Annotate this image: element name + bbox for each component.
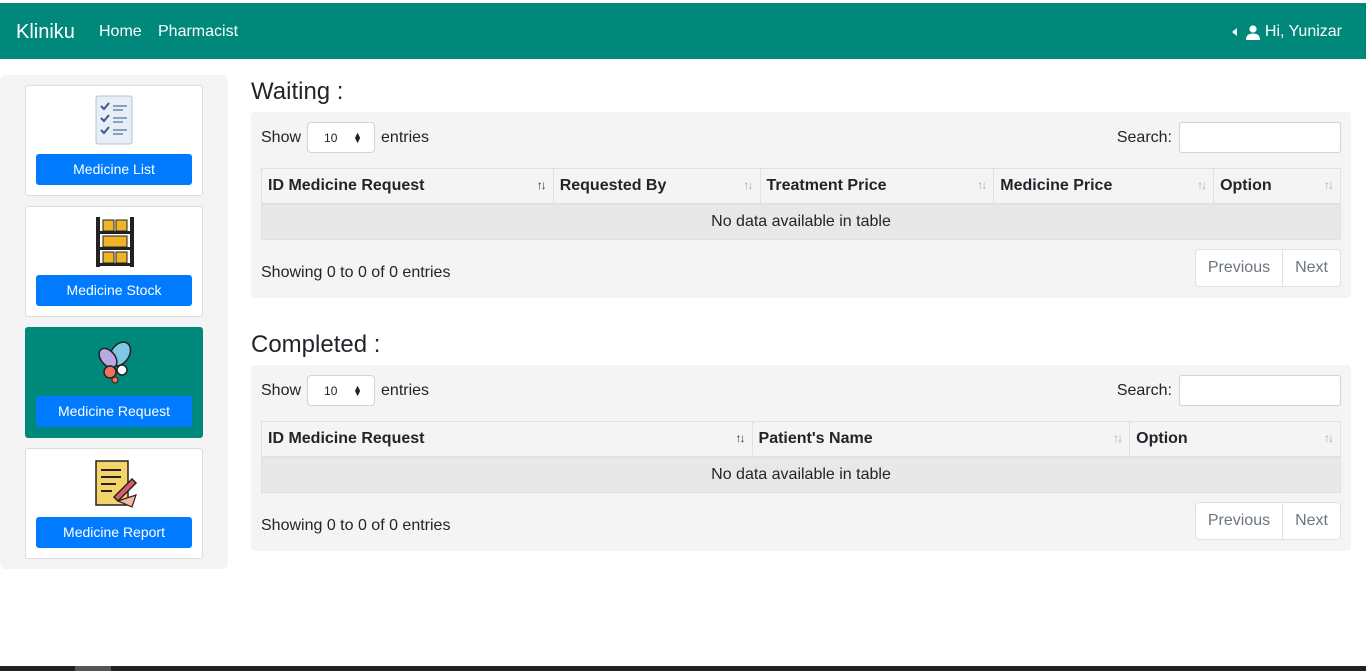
sort-icon: ↑↓ [1197, 178, 1207, 192]
sort-icon: ↑↓ [1324, 431, 1334, 445]
column-header[interactable]: Medicine Price ↑↓ [993, 168, 1215, 205]
next-button[interactable]: Next [1282, 503, 1340, 539]
sidebar-item-medicine-report[interactable]: Medicine Report [25, 448, 203, 559]
completed-search: Search: [1117, 375, 1341, 406]
pills-icon [98, 341, 132, 384]
table-info: Showing 0 to 0 of 0 entries [261, 517, 451, 534]
brand-link[interactable]: Kliniku [16, 21, 75, 43]
nav-home-link[interactable]: Home [99, 23, 142, 41]
column-header[interactable]: Requested By ↑↓ [552, 168, 761, 205]
checklist-icon [95, 95, 133, 145]
user-greeting: Hi, Yunizar [1264, 23, 1342, 40]
column-header[interactable]: Option ↑↓ [1213, 168, 1341, 205]
sort-icon: ↑↓ [743, 178, 754, 192]
sidebar-item-medicine-list[interactable]: Medicine List [25, 85, 203, 196]
completed-table: ID Medicine Request ↑↓ Patient's Name ↑↓ O… [261, 421, 1341, 493]
nav-pharmacist-link[interactable]: Pharmacist [158, 23, 238, 41]
waiting-length-control: Show 10 ▲ ▼ entries [261, 122, 429, 153]
medicine-request-button[interactable]: Medicine Request [36, 396, 192, 427]
user-menu[interactable]: Hi, Yunizar [1231, 23, 1342, 41]
completed-length-control: Show 10 ▲ ▼ entries [261, 375, 429, 406]
previous-button[interactable]: Previous [1196, 250, 1282, 286]
column-header[interactable]: ID Medicine Request ↑↓ [261, 421, 753, 458]
caret-left-icon [1231, 28, 1237, 36]
report-sign-icon [95, 460, 138, 508]
table-header-row: ID Medicine Request ↑↓ Requested By ↑↓ Tre… [261, 168, 1341, 205]
bottom-bar-segment [75, 666, 111, 671]
pagination: Previous Next [1194, 502, 1341, 540]
previous-button[interactable]: Previous [1196, 503, 1282, 539]
empty-message: No data available in table [261, 203, 1341, 240]
completed-heading: Completed : [251, 331, 381, 358]
show-label: Show [261, 381, 302, 399]
search-label: Search: [1116, 128, 1172, 146]
sort-icon: ↑↓ [1324, 178, 1334, 192]
column-header[interactable]: Option ↑↓ [1129, 421, 1341, 458]
sort-icon: ↑↓ [536, 178, 547, 192]
table-row: No data available in table [261, 456, 1341, 493]
sidebar: Medicine List Medicine Stock Medicine Re… [0, 75, 228, 569]
sort-updown-icon: ▲ ▼ [353, 383, 363, 398]
pagination: Previous Next [1194, 249, 1341, 287]
sort-icon: ↑↓ [1113, 431, 1123, 445]
column-header[interactable]: Treatment Price ↑↓ [759, 168, 995, 205]
sidebar-item-medicine-request[interactable]: Medicine Request [25, 327, 203, 438]
medicine-list-button[interactable]: Medicine List [36, 154, 192, 185]
entries-label: entries [381, 128, 430, 146]
shelf-boxes-icon [96, 217, 134, 267]
completed-panel: Show 10 ▲ ▼ entries Search: ID Medicine R… [251, 365, 1351, 551]
waiting-heading: Waiting : [251, 78, 344, 105]
entries-select[interactable]: 10 ▲ ▼ [307, 122, 376, 153]
entries-select[interactable]: 10 ▲ ▼ [307, 375, 376, 406]
user-icon [1245, 24, 1260, 40]
table-row: No data available in table [261, 203, 1341, 240]
entries-value: 10 [324, 384, 338, 398]
empty-message: No data available in table [261, 456, 1341, 493]
column-header[interactable]: Patient's Name ↑↓ [751, 421, 1131, 458]
entries-label: entries [381, 381, 430, 399]
navbar: Kliniku Home Pharmacist Hi, Yunizar [0, 3, 1366, 59]
sort-icon: ↑↓ [977, 178, 987, 192]
sort-icon: ↑↓ [735, 431, 746, 445]
waiting-table: ID Medicine Request ↑↓ Requested By ↑↓ Tre… [261, 168, 1341, 240]
search-label: Search: [1116, 381, 1172, 399]
next-button[interactable]: Next [1282, 250, 1340, 286]
show-label: Show [261, 128, 302, 146]
sidebar-item-medicine-stock[interactable]: Medicine Stock [25, 206, 203, 317]
waiting-panel: Show 10 ▲ ▼ entries Search: ID Medicine R… [251, 112, 1351, 298]
medicine-stock-button[interactable]: Medicine Stock [36, 275, 192, 306]
table-info: Showing 0 to 0 of 0 entries [261, 264, 451, 281]
search-input[interactable] [1179, 375, 1341, 406]
waiting-search: Search: [1117, 122, 1341, 153]
medicine-report-button[interactable]: Medicine Report [36, 517, 192, 548]
sort-updown-icon: ▲ ▼ [353, 130, 363, 145]
column-header[interactable]: ID Medicine Request ↑↓ [261, 168, 554, 205]
entries-value: 10 [324, 131, 338, 145]
bottom-bar [0, 666, 1366, 671]
search-input[interactable] [1179, 122, 1341, 153]
table-header-row: ID Medicine Request ↑↓ Patient's Name ↑↓ O… [261, 421, 1341, 458]
